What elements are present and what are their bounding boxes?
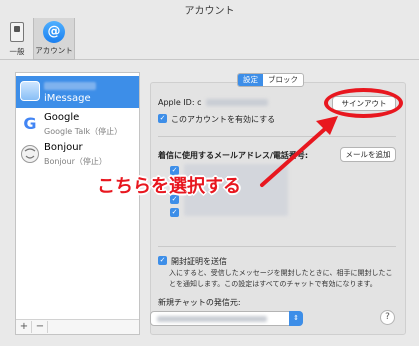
annotation-callout: こちらを選択する [97, 176, 241, 197]
